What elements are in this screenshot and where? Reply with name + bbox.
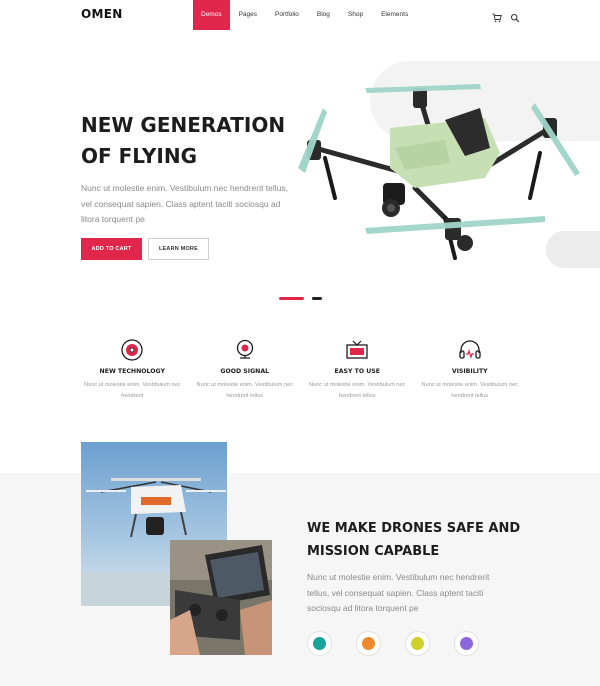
feature-text: Nunc ut molestie enim. Vestibulum nec he… [309,382,406,399]
slide-dot-2[interactable] [312,297,322,300]
add-to-cart-button[interactable]: ADD TO CART [81,238,142,260]
feature-text: Nunc ut molestie enim. Vestibulum nec he… [421,382,518,399]
feature-card: NEW TECHNOLOGY Nunc ut molestie enim. Ve… [76,338,189,402]
feature-title: EASY TO USE [334,368,380,375]
menu-item-pages[interactable]: Pages [230,0,266,30]
menu-item-elements[interactable]: Elements [372,0,417,30]
swatch-dot [362,637,375,650]
feature-card: VISIBILITY Nunc ut molestie enim. Vestib… [414,338,527,402]
nav-actions [492,10,520,23]
about-description: Nunc ut molestie enim. Vestibulum nec he… [307,572,490,613]
color-swatch-purple[interactable] [454,631,479,656]
swatch-dot [460,637,473,650]
color-swatch-orange[interactable] [356,631,381,656]
slider-pagination [279,297,322,300]
vinyl-record-icon [121,339,143,361]
site-logo[interactable]: OMEN [81,7,123,21]
hero-description: Nunc ut molestie enim. Vestibulum nec he… [81,183,288,224]
feature-text: Nunc ut molestie enim. Vestibulum nec he… [84,382,181,399]
feature-title: VISIBILITY [451,368,488,375]
menu-item-blog[interactable]: Blog [308,0,339,30]
tv-icon [346,340,368,359]
slide-dot-1[interactable] [279,297,304,300]
menu-item-shop[interactable]: Shop [339,0,372,30]
feature-card: GOOD SIGNAL Nunc ut molestie enim. Vesti… [189,338,302,402]
main-menu: Demos Pages Portfolio Blog Shop Elements [193,0,417,30]
feature-text: Nunc ut molestie enim. Vestibulum nec he… [196,382,293,399]
swatch-dot [411,637,424,650]
swatch-dot [313,637,326,650]
color-swatch-group [307,631,479,656]
about-title: WE MAKE DRONES SAFE AND MISSION CAPABLE [307,517,527,563]
webcam-icon [236,339,253,359]
drone-image [298,84,580,260]
about-title-line-1: WE MAKE DRONES SAFE AND [307,521,521,536]
cart-icon[interactable] [492,10,502,23]
headphones-icon [459,340,481,360]
learn-more-button[interactable]: LEARN MORE [148,238,209,260]
color-swatch-lime[interactable] [405,631,430,656]
top-navbar: OMEN Demos Pages Portfolio Blog Shop Ele… [0,0,600,30]
menu-item-portfolio[interactable]: Portfolio [266,0,308,30]
color-swatch-teal[interactable] [307,631,332,656]
feature-title: NEW TECHNOLOGY [99,368,165,375]
feature-title: GOOD SIGNAL [220,368,270,375]
menu-item-demos[interactable]: Demos [193,0,230,30]
search-icon[interactable] [510,10,520,23]
hero-title: NEW GENERATION OF FLYING [81,110,321,172]
hero-title-line-1: NEW GENERATION [81,113,286,137]
remote-controller-photo [170,540,272,655]
feature-card: EASY TO USE Nunc ut molestie enim. Vesti… [301,338,414,402]
hero-title-line-2: OF FLYING [81,144,197,168]
about-title-line-2: MISSION CAPABLE [307,544,440,559]
features-row: NEW TECHNOLOGY Nunc ut molestie enim. Ve… [76,338,526,402]
